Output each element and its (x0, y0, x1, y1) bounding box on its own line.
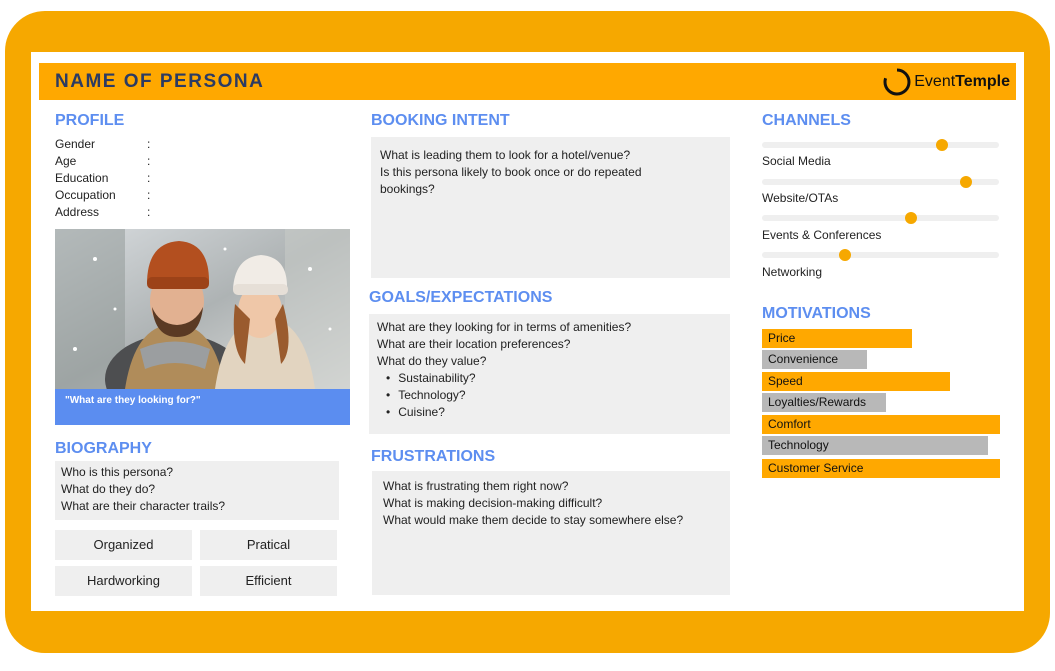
biography-heading: BIOGRAPHY (55, 440, 152, 457)
channel-slider-website-otas (762, 176, 999, 188)
profile-field-label: Gender (55, 137, 96, 151)
goals-box: What are they looking for in terms of am… (369, 314, 730, 434)
couple-photo-illustration (55, 229, 350, 389)
channel-slider-networking (762, 249, 999, 261)
frustrations-heading: FRUSTRATIONS (371, 448, 496, 465)
profile-field-gender: Gender: (55, 137, 185, 151)
booking-intent-box: What is leading them to look for a hotel… (371, 137, 730, 278)
header-bar: NAME OF PERSONA EventTemple (39, 63, 1016, 100)
channel-slider-social-media (762, 139, 999, 151)
motivation-bar-loyalties-rewards: Loyalties/Rewards (762, 393, 886, 412)
motivation-bar-price: Price (762, 329, 912, 348)
profile-field-education: Education: (55, 171, 185, 185)
logo-text-light: Event (914, 73, 956, 90)
motivations-heading: MOTIVATIONS (762, 305, 871, 322)
profile-colon: : (147, 137, 151, 151)
frustrations-line: What is frustrating them right now? (383, 479, 569, 493)
profile-field-address: Address: (55, 205, 185, 219)
channel-label-social-media: Social Media (762, 154, 831, 168)
profile-colon: : (147, 205, 151, 219)
channel-label-events-conferences: Events & Conferences (762, 228, 882, 242)
biography-line: What are their character trails? (61, 499, 226, 513)
motivation-bar-technology: Technology (762, 436, 989, 455)
photo-caption-bar: "What are they looking for?" (55, 389, 350, 425)
logo-text: EventTemple (914, 73, 1010, 91)
motivation-bar-customer-service: Customer Service (762, 459, 1000, 478)
channel-slider-events-conferences (762, 212, 999, 224)
biography-line: Who is this persona? (61, 465, 174, 479)
channels-heading: CHANNELS (762, 112, 851, 129)
goals-heading: GOALS/EXPECTATIONS (369, 289, 553, 306)
booking-intent-line: What is leading them to look for a hotel… (380, 148, 631, 162)
profile-field-label: Age (55, 154, 77, 168)
motivation-bar-convenience: Convenience (762, 350, 867, 369)
logo-ring-icon (883, 68, 911, 96)
photo-caption: "What are they looking for?" (65, 395, 201, 406)
profile-colon: : (147, 171, 151, 185)
goals-line: What are their location preferences? (377, 337, 571, 351)
persona-photo (55, 229, 350, 389)
trait-organized: Organized (55, 530, 192, 560)
motivation-bar-speed: Speed (762, 372, 951, 391)
frustrations-line: What is making decision-making difficult… (383, 496, 603, 510)
trait-hardworking: Hardworking (55, 566, 192, 596)
motivation-bar-comfort: Comfort (762, 415, 1000, 434)
booking-intent-line: Is this persona likely to book once or d… (380, 165, 642, 179)
profile-colon: : (147, 154, 151, 168)
profile-field-label: Education (55, 171, 109, 185)
channel-slider-knob (936, 139, 949, 151)
booking-intent-line: bookings? (380, 182, 435, 196)
goals-line: What are they looking for in terms of am… (377, 320, 632, 334)
trait-pratical: Pratical (200, 530, 337, 560)
profile-field-age: Age: (55, 154, 185, 168)
profile-heading: PROFILE (55, 112, 125, 129)
goals-line: What do they value? (377, 354, 487, 368)
goals-bullet: Technology? (377, 387, 722, 404)
channel-label-website-otas: Website/OTAs (762, 191, 839, 205)
channel-slider-knob (959, 176, 972, 188)
event-temple-logo: EventTemple (882, 67, 1010, 97)
biography-line: What do they do? (61, 482, 156, 496)
channel-label-networking: Networking (762, 265, 823, 279)
goals-bullet: Cuisine? (377, 404, 722, 421)
biography-box: Who is this persona? What do they do? Wh… (55, 461, 339, 520)
profile-field-occupation: Occupation: (55, 188, 185, 202)
persona-title: NAME OF PERSONA (55, 71, 265, 92)
profile-colon: : (147, 188, 151, 202)
profile-field-label: Occupation (55, 188, 116, 202)
goals-bullet: Sustainability? (377, 370, 722, 387)
profile-field-label: Address (55, 205, 100, 219)
logo-text-bold: Temple (955, 73, 1010, 90)
frustrations-line: What would make them decide to stay some… (383, 513, 684, 527)
frustrations-box: What is frustrating them right now? What… (372, 471, 730, 595)
booking-intent-heading: BOOKING INTENT (371, 112, 510, 129)
trait-efficient: Efficient (200, 566, 337, 596)
channel-slider-knob (838, 249, 851, 261)
